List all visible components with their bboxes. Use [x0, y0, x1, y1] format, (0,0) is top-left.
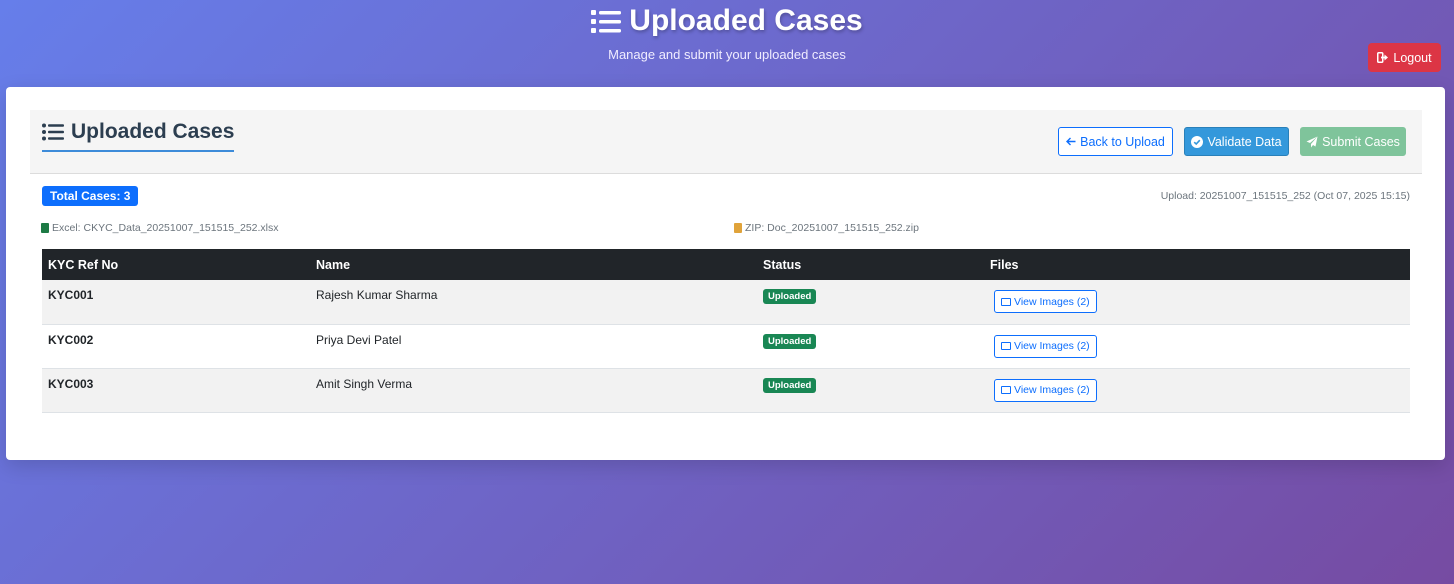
column-header-files: Files: [990, 257, 1019, 272]
logout-label: Logout: [1393, 50, 1432, 65]
sign-out-icon: [1377, 52, 1389, 63]
kyc-ref-cell: KYC003: [48, 376, 94, 391]
page-title: Uploaded Cases: [0, 4, 1454, 38]
files-cell: View Images (2): [984, 324, 1410, 368]
column-header-status: Status: [763, 257, 802, 272]
paper-plane-icon: [1306, 136, 1318, 147]
view-images-button[interactable]: View Images (2): [994, 290, 1097, 313]
table-row: KYC003 Amit Singh Verma Uploaded View Im…: [42, 368, 1410, 412]
table-row: KYC002 Priya Devi Patel Uploaded View Im…: [42, 324, 1410, 368]
files-cell: View Images (2): [984, 280, 1410, 324]
submit-cases-label: Submit Cases: [1322, 134, 1400, 149]
total-cases-badge: Total Cases: 3: [42, 186, 139, 206]
zip-file-info: ZIP: Doc_20251007_151515_252.zip: [734, 222, 919, 234]
excel-file-info: Excel: CKYC_Data_20251007_151515_252.xls…: [41, 222, 279, 234]
name-cell: Rajesh Kumar Sharma: [316, 288, 438, 302]
excel-file-label: Excel: CKYC_Data_20251007_151515_252.xls…: [52, 222, 279, 234]
name-cell: Priya Devi Patel: [316, 332, 402, 347]
validate-data-label: Validate Data: [1207, 134, 1282, 149]
page-title-text: Uploaded Cases: [629, 4, 863, 37]
column-header-kyc-ref: KYC Ref No: [48, 257, 119, 272]
kyc-ref-cell: KYC001: [48, 288, 94, 302]
logout-button[interactable]: Logout: [1368, 43, 1441, 72]
view-images-label: View Images (2): [1014, 340, 1090, 352]
status-badge: Uploaded: [763, 333, 817, 349]
cases-table: KYC Ref No Name Status Files KYC001 Raje…: [42, 249, 1410, 413]
kyc-ref-cell: KYC002: [48, 332, 94, 347]
status-cell: Uploaded: [757, 324, 984, 368]
back-to-upload-label: Back to Upload: [1080, 134, 1165, 149]
list-icon: [591, 10, 622, 33]
files-cell: View Images (2): [984, 368, 1410, 412]
status-badge: Uploaded: [763, 289, 817, 304]
status-badge: Uploaded: [763, 377, 817, 393]
card-title-text: Uploaded Cases: [71, 120, 235, 143]
check-circle-icon: [1191, 135, 1204, 148]
list-icon: [42, 123, 64, 141]
card-title: Uploaded Cases: [42, 116, 235, 152]
validate-data-button[interactable]: Validate Data: [1184, 127, 1289, 156]
column-header-name: Name: [316, 257, 351, 272]
zip-file-icon: [734, 223, 742, 233]
view-images-label: View Images (2): [1014, 295, 1090, 308]
back-to-upload-button[interactable]: Back to Upload: [1058, 127, 1173, 156]
submit-cases-button[interactable]: Submit Cases: [1300, 127, 1406, 156]
view-images-button[interactable]: View Images (2): [994, 334, 1097, 358]
images-icon: [1001, 297, 1011, 306]
images-icon: [1001, 342, 1011, 350]
table-header-row: KYC Ref No Name Status Files: [42, 249, 1410, 280]
view-images-label: View Images (2): [1014, 384, 1090, 396]
page-subtitle: Manage and submit your uploaded cases: [608, 47, 846, 62]
uploaded-cases-card: Uploaded Cases Back to Upload Validate D…: [6, 87, 1445, 460]
view-images-button[interactable]: View Images (2): [994, 378, 1097, 402]
name-cell: Amit Singh Verma: [316, 376, 413, 391]
images-icon: [1001, 386, 1011, 394]
status-cell: Uploaded: [757, 280, 984, 324]
upload-info: Upload: 20251007_151515_252 (Oct 07, 202…: [1160, 190, 1410, 202]
zip-file-label: ZIP: Doc_20251007_151515_252.zip: [745, 222, 919, 234]
page-header: Uploaded Cases Manage and submit your up…: [0, 0, 1454, 86]
card-header: Uploaded Cases Back to Upload Validate D…: [30, 110, 1422, 174]
excel-file-icon: [41, 223, 49, 233]
table-row: KYC001 Rajesh Kumar Sharma Uploaded View…: [42, 280, 1410, 324]
status-cell: Uploaded: [757, 368, 984, 412]
arrow-left-icon: [1066, 137, 1076, 146]
